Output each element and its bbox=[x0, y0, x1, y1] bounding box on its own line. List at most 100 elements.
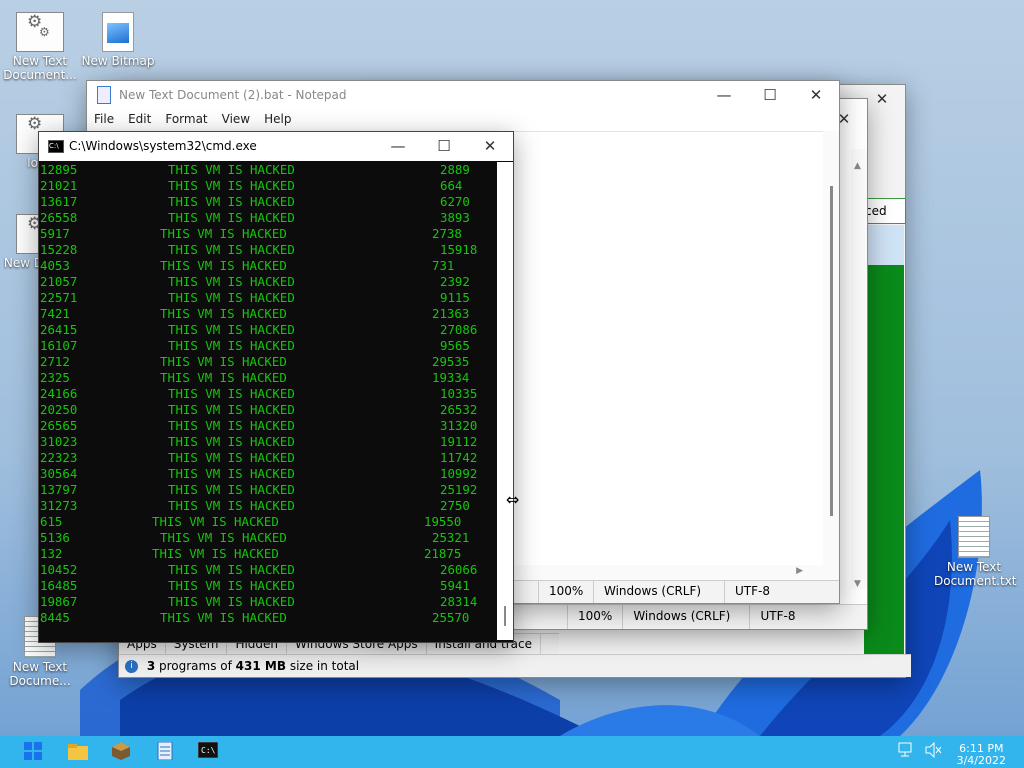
clock-date: 3/4/2022 bbox=[956, 754, 1006, 767]
zoom-level: 100% bbox=[538, 581, 593, 603]
maximize-button[interactable]: ☐ bbox=[747, 81, 793, 109]
console-number: 25570 bbox=[432, 610, 470, 625]
app-icon[interactable] bbox=[156, 741, 176, 762]
console-message: THIS VM IS HACKED bbox=[168, 418, 295, 433]
console-number: 26558 bbox=[40, 210, 78, 225]
console-output[interactable]: 12895 THIS VM IS HACKED 2889 21021 THIS VM I… bbox=[40, 162, 496, 640]
desktop-icon-new-text-document[interactable]: ⚙ ⚙ New Text Document... bbox=[0, 12, 80, 82]
scroll-up-icon[interactable]: ▲ bbox=[854, 161, 861, 171]
desktop-icon-label: New Text Docume... bbox=[9, 660, 71, 688]
vertical-scrollbar[interactable]: ▲ ▼ bbox=[851, 149, 867, 589]
console-number: 29535 bbox=[432, 354, 470, 369]
program-count: 3 bbox=[146, 659, 156, 673]
desktop-icon-new-bitmap[interactable]: New Bitmap bbox=[78, 12, 158, 68]
menu-format[interactable]: Format bbox=[158, 109, 214, 131]
scroll-right-icon[interactable]: ▶ bbox=[796, 566, 803, 576]
console-number: 22571 bbox=[40, 290, 78, 305]
package-icon[interactable] bbox=[112, 742, 132, 762]
resize-cursor-icon: ⇔ bbox=[506, 490, 520, 509]
console-number: 26415 bbox=[40, 322, 78, 337]
cmd-icon: C:\ bbox=[48, 140, 64, 153]
close-button[interactable]: ✕ bbox=[793, 81, 839, 109]
start-icon[interactable] bbox=[24, 742, 44, 762]
console-line: 21021 THIS VM IS HACKED 664 bbox=[40, 178, 496, 194]
status-text: programs of bbox=[155, 659, 236, 673]
menu-file[interactable]: File bbox=[87, 109, 121, 131]
console-line: 10452 THIS VM IS HACKED 26066 bbox=[40, 562, 496, 578]
console-number: 4053 bbox=[40, 258, 70, 273]
console-message: THIS VM IS HACKED bbox=[168, 450, 295, 465]
scroll-down-icon[interactable]: ▼ bbox=[854, 579, 861, 589]
console-message: THIS VM IS HACKED bbox=[168, 290, 295, 305]
menu-bar: File Edit Format View Help bbox=[87, 109, 839, 131]
system-clock[interactable]: 6:11 PM 3/4/2022 bbox=[957, 743, 1006, 767]
text-file-icon bbox=[958, 516, 990, 558]
console-message: THIS VM IS HACKED bbox=[168, 402, 295, 417]
console-message: THIS VM IS HACKED bbox=[160, 370, 287, 385]
close-button[interactable]: ✕ bbox=[467, 132, 513, 160]
console-message: THIS VM IS HACKED bbox=[160, 354, 287, 369]
console-number: 21875 bbox=[424, 546, 462, 561]
console-number: 31023 bbox=[40, 434, 78, 449]
console-number: 26532 bbox=[440, 402, 478, 417]
console-line: 21057 THIS VM IS HACKED 2392 bbox=[40, 274, 496, 290]
scroll-thumb[interactable] bbox=[504, 606, 506, 626]
desktop-icon-label: New Text Document.txt bbox=[934, 560, 1017, 588]
network-icon[interactable] bbox=[898, 742, 918, 762]
terminal-icon[interactable]: C:\ bbox=[197, 741, 219, 762]
console-message: THIS VM IS HACKED bbox=[168, 466, 295, 481]
console-message: THIS VM IS HACKED bbox=[168, 594, 295, 609]
minimize-button[interactable]: — bbox=[701, 81, 747, 109]
console-number: 2392 bbox=[440, 274, 470, 289]
desktop-icon-label: New Bitmap bbox=[81, 54, 155, 68]
console-message: THIS VM IS HACKED bbox=[168, 178, 295, 193]
notepad-icon bbox=[97, 86, 111, 104]
vertical-scrollbar[interactable] bbox=[497, 162, 513, 640]
scroll-thumb[interactable] bbox=[830, 186, 833, 516]
console-number: 2750 bbox=[440, 498, 470, 513]
console-line: 13617 THIS VM IS HACKED 6270 bbox=[40, 194, 496, 210]
console-message: THIS VM IS HACKED bbox=[152, 514, 279, 529]
volume-muted-icon[interactable] bbox=[924, 741, 944, 762]
minimize-button[interactable]: — bbox=[375, 132, 421, 160]
console-number: 28314 bbox=[440, 594, 478, 609]
console-line: 16485 THIS VM IS HACKED 5941 bbox=[40, 578, 496, 594]
console-line: 132 THIS VM IS HACKED 21875 bbox=[40, 546, 496, 562]
console-number: 26565 bbox=[40, 418, 78, 433]
console-message: THIS VM IS HACKED bbox=[160, 610, 287, 625]
console-message: THIS VM IS HACKED bbox=[168, 322, 295, 337]
console-number: 19867 bbox=[40, 594, 78, 609]
console-number: 5136 bbox=[40, 530, 70, 545]
console-number: 25192 bbox=[440, 482, 478, 497]
window-title: New Text Document (2).bat - Notepad bbox=[119, 88, 347, 102]
console-number: 7421 bbox=[40, 306, 70, 321]
console-number: 20250 bbox=[40, 402, 78, 417]
taskbar: C:\ 6:11 PM 3/4/2022 bbox=[0, 736, 1024, 768]
console-line: 2325 THIS VM IS HACKED 19334 bbox=[40, 370, 496, 386]
console-number: 19550 bbox=[424, 514, 462, 529]
selected-row[interactable] bbox=[864, 225, 904, 265]
file-explorer-icon[interactable] bbox=[68, 742, 88, 762]
console-number: 21363 bbox=[432, 306, 470, 321]
console-number: 13797 bbox=[40, 482, 78, 497]
console-line: 22571 THIS VM IS HACKED 9115 bbox=[40, 290, 496, 306]
info-icon: i bbox=[125, 660, 138, 673]
console-message: THIS VM IS HACKED bbox=[160, 306, 287, 321]
console-number: 5917 bbox=[40, 226, 70, 241]
menu-edit[interactable]: Edit bbox=[121, 109, 158, 131]
menu-help[interactable]: Help bbox=[257, 109, 298, 131]
desktop-icon-new-text-document-txt[interactable]: New Text Document.txt bbox=[934, 516, 1017, 588]
console-number: 26066 bbox=[440, 562, 478, 577]
console-number: 21021 bbox=[40, 178, 78, 193]
console-number: 2889 bbox=[440, 162, 470, 177]
menu-view[interactable]: View bbox=[215, 109, 257, 131]
console-message: THIS VM IS HACKED bbox=[160, 226, 287, 241]
console-number: 15918 bbox=[440, 242, 478, 257]
console-number: 8445 bbox=[40, 610, 70, 625]
cmd-window: C:\ C:\Windows\system32\cmd.exe — ☐ ✕ 12… bbox=[38, 131, 514, 643]
line-ending: Windows (CRLF) bbox=[622, 605, 749, 629]
console-line: 8445 THIS VM IS HACKED 25570 bbox=[40, 610, 496, 626]
maximize-button[interactable]: ☐ bbox=[421, 132, 467, 160]
console-message: THIS VM IS HACKED bbox=[168, 578, 295, 593]
console-number: 27086 bbox=[440, 322, 478, 337]
